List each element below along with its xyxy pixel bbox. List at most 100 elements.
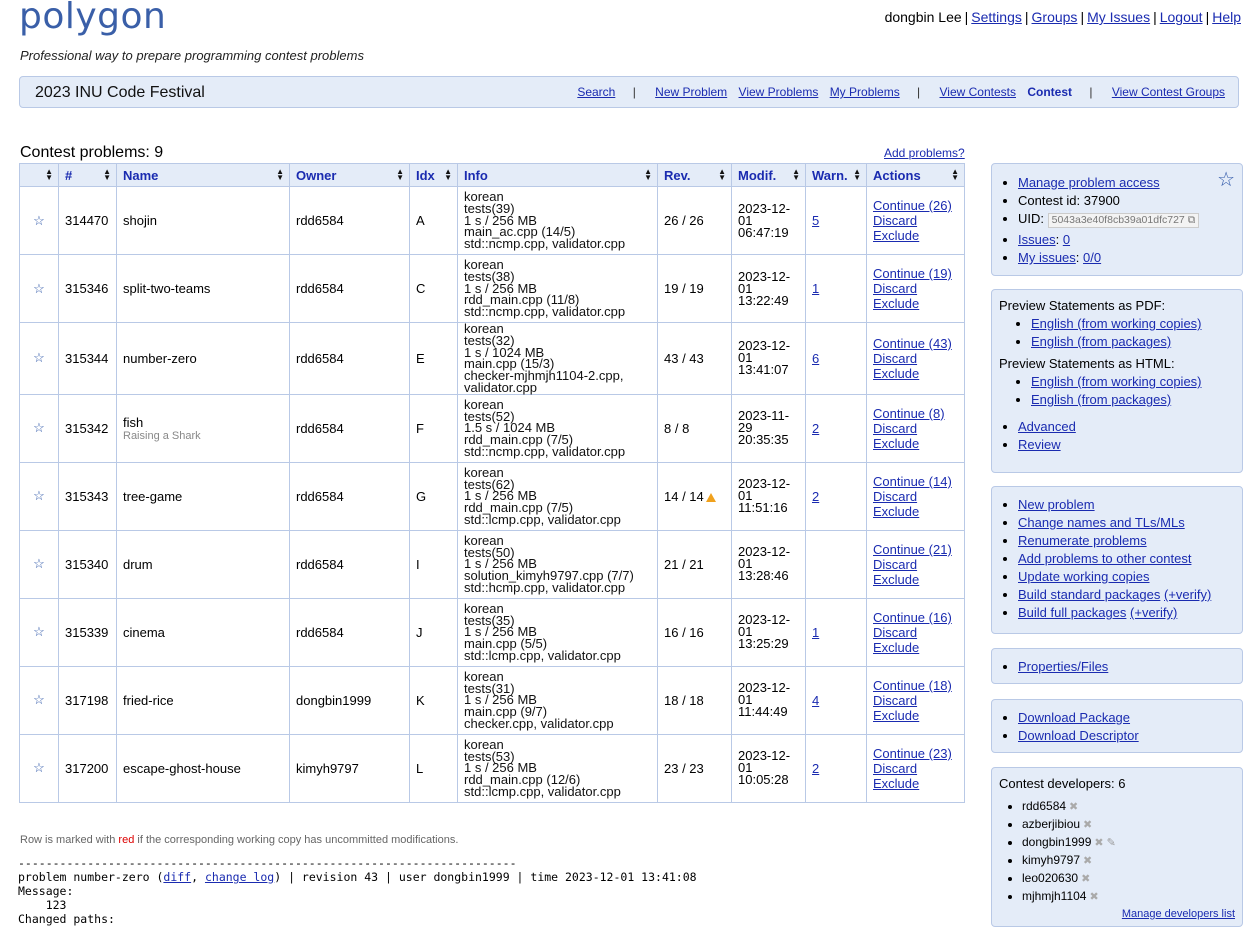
my-issues-link[interactable]: My Issues	[1087, 9, 1150, 25]
star-icon[interactable]: ☆	[19, 393, 59, 463]
change-log-link[interactable]: change log	[205, 870, 274, 884]
my-issues-sidebar-link[interactable]: My issues	[1018, 250, 1076, 265]
col-star[interactable]: ▲ ▼	[19, 163, 59, 187]
html-english-packages[interactable]: English (from packages)	[1031, 392, 1171, 407]
nav-search[interactable]: Search	[577, 85, 615, 99]
issues-link[interactable]: Issues	[1018, 232, 1056, 247]
remove-icon[interactable]: ✖	[1083, 819, 1092, 831]
col-modif[interactable]: Modif. ▲ ▼	[731, 163, 806, 187]
exclude-link[interactable]: Exclude	[873, 504, 958, 519]
build-full-link[interactable]: Build full packages	[1018, 605, 1126, 620]
nav-new-problem[interactable]: New Problem	[655, 85, 727, 99]
nav-view-contests[interactable]: View Contests	[940, 85, 1016, 99]
col-idx[interactable]: Idx ▲ ▼	[409, 163, 458, 187]
properties-files-link[interactable]: Properties/Files	[1018, 659, 1108, 674]
col-id[interactable]: # ▲ ▼	[58, 163, 117, 187]
advanced-link[interactable]: Advanced	[1018, 419, 1076, 434]
discard-link[interactable]: Discard	[873, 625, 958, 640]
remove-icon[interactable]: ✖	[1083, 855, 1092, 867]
nav-my-problems[interactable]: My Problems	[830, 85, 900, 99]
discard-link[interactable]: Discard	[873, 281, 958, 296]
copy-icon[interactable]: ⧉	[1188, 214, 1196, 226]
change-names-link[interactable]: Change names and TLs/MLs	[1018, 515, 1185, 530]
continue-link[interactable]: Continue (18)	[873, 678, 958, 693]
exclude-link[interactable]: Exclude	[873, 776, 958, 791]
star-icon[interactable]: ☆	[19, 322, 59, 395]
discard-link[interactable]: Discard	[873, 693, 958, 708]
review-link[interactable]: Review	[1018, 437, 1061, 452]
discard-link[interactable]: Discard	[873, 421, 958, 436]
continue-link[interactable]: Continue (26)	[873, 198, 958, 213]
diff-link[interactable]: diff	[163, 870, 191, 884]
discard-link[interactable]: Discard	[873, 761, 958, 776]
continue-link[interactable]: Continue (23)	[873, 746, 958, 761]
warnings-link[interactable]: 5	[812, 213, 819, 228]
col-rev[interactable]: Rev. ▲ ▼	[657, 163, 732, 187]
continue-link[interactable]: Continue (19)	[873, 266, 958, 281]
continue-link[interactable]: Continue (43)	[873, 336, 958, 351]
new-problem-link[interactable]: New problem	[1018, 497, 1095, 512]
col-info[interactable]: Info ▲ ▼	[457, 163, 658, 187]
col-warn[interactable]: Warn. ▲ ▼	[805, 163, 867, 187]
exclude-link[interactable]: Exclude	[873, 296, 958, 311]
star-icon[interactable]: ☆	[19, 733, 59, 803]
warnings-link[interactable]: 2	[812, 761, 819, 776]
warnings-link[interactable]: 2	[812, 421, 819, 436]
discard-link[interactable]: Discard	[873, 557, 958, 572]
html-english-working[interactable]: English (from working copies)	[1031, 374, 1202, 389]
issues-count[interactable]: 0	[1063, 232, 1070, 247]
warnings-link[interactable]: 2	[812, 489, 819, 504]
continue-link[interactable]: Continue (16)	[873, 610, 958, 625]
polygon-logo[interactable]: polygon	[19, 0, 166, 37]
pencil-icon[interactable]: ✎	[1104, 837, 1116, 849]
my-issues-count[interactable]: 0/0	[1083, 250, 1101, 265]
uid-field[interactable]: 5043a3e40f8cb39a01dfc727 ⧉	[1047, 213, 1200, 228]
update-working-copies-link[interactable]: Update working copies	[1018, 569, 1150, 584]
continue-link[interactable]: Continue (21)	[873, 542, 958, 557]
pdf-english-packages[interactable]: English (from packages)	[1031, 334, 1171, 349]
col-owner[interactable]: Owner ▲ ▼	[289, 163, 410, 187]
warnings-link[interactable]: 1	[812, 625, 819, 640]
nav-view-contest-groups[interactable]: View Contest Groups	[1112, 85, 1225, 99]
manage-access-link[interactable]: Manage problem access	[1018, 175, 1160, 190]
add-to-other-contest-link[interactable]: Add problems to other contest	[1018, 551, 1191, 566]
exclude-link[interactable]: Exclude	[873, 572, 958, 587]
star-icon[interactable]: ☆	[1217, 167, 1235, 192]
star-icon[interactable]: ☆	[19, 461, 59, 531]
nav-view-problems[interactable]: View Problems	[739, 85, 819, 99]
remove-icon[interactable]: ✖	[1094, 837, 1103, 849]
renumerate-link[interactable]: Renumerate problems	[1018, 533, 1147, 548]
remove-icon[interactable]: ✖	[1081, 873, 1090, 885]
discard-link[interactable]: Discard	[873, 489, 958, 504]
add-problems-link[interactable]: Add problems?	[884, 146, 965, 160]
col-name[interactable]: Name ▲ ▼	[116, 163, 290, 187]
exclude-link[interactable]: Exclude	[873, 436, 958, 451]
exclude-link[interactable]: Exclude	[873, 366, 958, 381]
star-icon[interactable]: ☆	[19, 529, 59, 599]
exclude-link[interactable]: Exclude	[873, 228, 958, 243]
settings-link[interactable]: Settings	[971, 9, 1022, 25]
nav-contest[interactable]: Contest	[1027, 85, 1072, 99]
logout-link[interactable]: Logout	[1160, 9, 1203, 25]
manage-developers-link[interactable]: Manage developers list	[1122, 908, 1235, 920]
pdf-english-working[interactable]: English (from working copies)	[1031, 316, 1202, 331]
warnings-link[interactable]: 1	[812, 281, 819, 296]
groups-link[interactable]: Groups	[1032, 9, 1078, 25]
build-standard-link[interactable]: Build standard packages	[1018, 587, 1160, 602]
remove-icon[interactable]: ✖	[1069, 801, 1078, 813]
col-actions[interactable]: Actions ▲ ▼	[866, 163, 965, 187]
download-package-link[interactable]: Download Package	[1018, 710, 1130, 725]
star-icon[interactable]: ☆	[19, 186, 59, 255]
star-icon[interactable]: ☆	[19, 597, 59, 667]
discard-link[interactable]: Discard	[873, 213, 958, 228]
discard-link[interactable]: Discard	[873, 351, 958, 366]
exclude-link[interactable]: Exclude	[873, 708, 958, 723]
download-descriptor-link[interactable]: Download Descriptor	[1018, 728, 1139, 743]
help-link[interactable]: Help	[1212, 9, 1241, 25]
warnings-link[interactable]: 6	[812, 351, 819, 366]
exclude-link[interactable]: Exclude	[873, 640, 958, 655]
star-icon[interactable]: ☆	[19, 665, 59, 735]
build-standard-verify-link[interactable]: (+verify)	[1164, 587, 1211, 602]
continue-link[interactable]: Continue (14)	[873, 474, 958, 489]
continue-link[interactable]: Continue (8)	[873, 406, 958, 421]
